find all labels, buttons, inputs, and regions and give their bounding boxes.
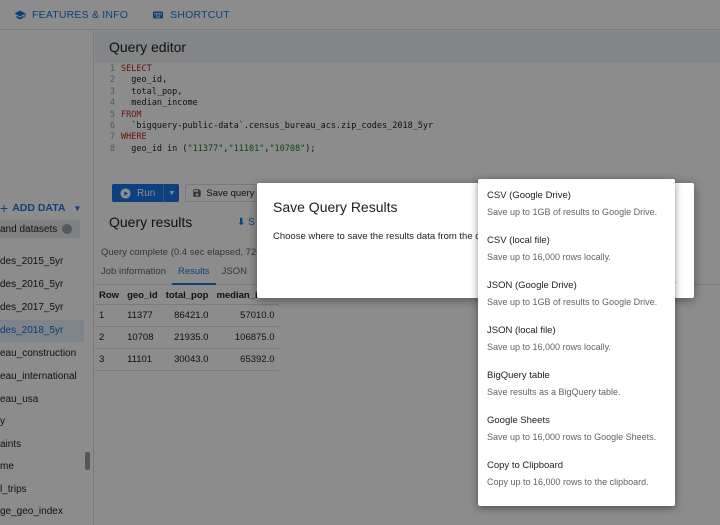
save-option-json-google-drive[interactable]: JSON (Google Drive) Save up to 1GB of res… — [478, 269, 675, 314]
save-option-description: Save up to 16,000 rows locally. — [487, 252, 611, 262]
save-option-google-sheets[interactable]: Google Sheets Save up to 16,000 rows to G… — [478, 404, 675, 449]
save-option-label: Google Sheets — [487, 415, 550, 426]
save-option-description: Copy up to 16,000 rows to the clipboard. — [487, 477, 649, 487]
save-option-label: CSV (local file) — [487, 235, 550, 246]
save-option-label: JSON (Google Drive) — [487, 280, 577, 291]
save-option-bigquery-table[interactable]: BigQuery table Save results as a BigQuery… — [478, 359, 675, 404]
save-option-json-local-file[interactable]: JSON (local file) Save up to 16,000 rows … — [478, 314, 675, 359]
save-option-copy-to-clipboard[interactable]: Copy to Clipboard Copy up to 16,000 rows … — [478, 449, 675, 494]
save-option-label: JSON (local file) — [487, 325, 556, 336]
save-destination-menu: CSV (Google Drive) Save up to 1GB of resu… — [478, 179, 675, 506]
save-option-description: Save up to 1GB of results to Google Driv… — [487, 297, 658, 307]
save-option-description: Save results as a BigQuery table. — [487, 387, 621, 397]
save-option-description: Save up to 16,000 rows locally. — [487, 342, 611, 352]
save-option-label: BigQuery table — [487, 370, 550, 381]
save-option-description: Save up to 16,000 rows to Google Sheets. — [487, 432, 657, 442]
save-option-label: Copy to Clipboard — [487, 460, 564, 471]
save-option-csv-google-drive[interactable]: CSV (Google Drive) Save up to 1GB of resu… — [478, 179, 675, 224]
dialog-title: Save Query Results — [273, 199, 398, 215]
save-option-label: CSV (Google Drive) — [487, 190, 571, 201]
dialog-description: Choose where to save the results data fr… — [273, 231, 501, 242]
save-option-csv-local-file[interactable]: CSV (local file) Save up to 16,000 rows l… — [478, 224, 675, 269]
save-option-description: Save up to 1GB of results to Google Driv… — [487, 207, 658, 217]
